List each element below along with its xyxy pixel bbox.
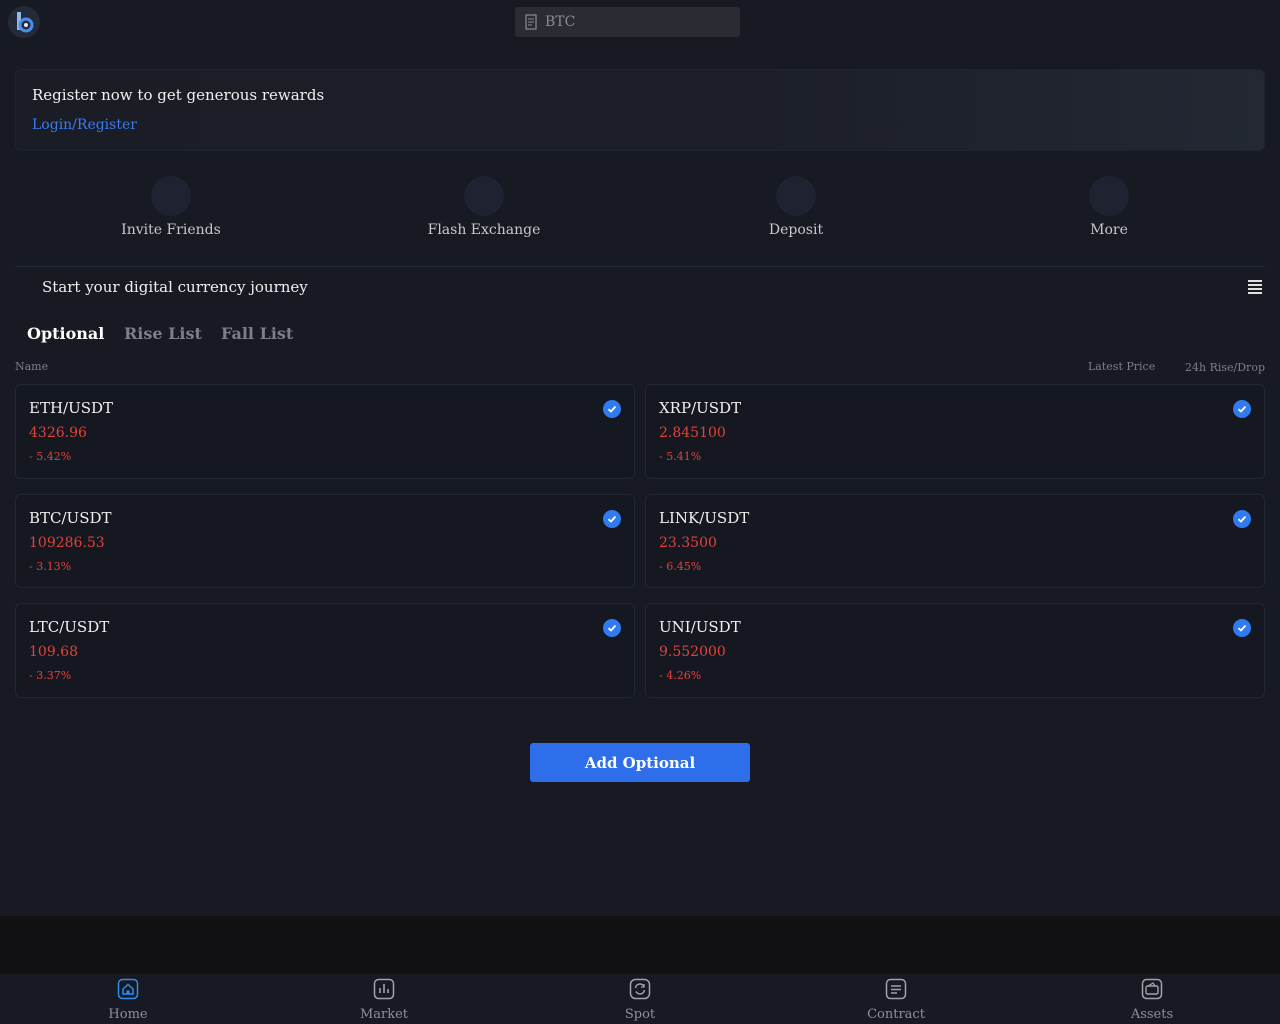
- tab-optional[interactable]: Optional: [27, 324, 104, 343]
- menu-icon[interactable]: [1248, 280, 1262, 294]
- quick-action-label: Deposit: [768, 222, 824, 238]
- logo-icon: [17, 12, 34, 33]
- login-register-link[interactable]: Login/Register: [32, 117, 137, 133]
- section-divider: [15, 266, 1265, 267]
- banner-title: Register now to get generous rewards: [32, 86, 325, 104]
- nav-contract[interactable]: Contract: [836, 978, 956, 1022]
- quick-action-invite-friends[interactable]: Invite Friends: [71, 176, 271, 238]
- nav-spot[interactable]: Spot: [580, 978, 700, 1022]
- promo-banner: Register now to get generous rewards Log…: [15, 69, 1265, 151]
- tab-rise-list[interactable]: Rise List: [124, 324, 202, 343]
- market-price: 109286.53: [29, 535, 105, 551]
- nav-label: Market: [359, 1007, 409, 1022]
- market-pair: BTC/USDT: [29, 509, 112, 527]
- footer-band: [0, 916, 1280, 974]
- market-pair: LINK/USDT: [659, 509, 750, 527]
- quick-action-label: Invite Friends: [121, 222, 221, 238]
- checkmark-icon[interactable]: [1233, 619, 1251, 637]
- market-price: 109.68: [29, 644, 78, 660]
- market-pair: ETH/USDT: [29, 399, 114, 417]
- checkmark-icon[interactable]: [1233, 400, 1251, 418]
- nav-label: Assets: [1130, 1007, 1174, 1022]
- flash-exchange-icon: [464, 176, 504, 216]
- nav-label: Contract: [867, 1007, 925, 1022]
- wallet-icon: [1141, 978, 1163, 1000]
- app-logo[interactable]: [8, 6, 40, 38]
- deposit-icon: [776, 176, 816, 216]
- market-price: 2.845100: [659, 425, 726, 441]
- column-header-name: Name: [15, 360, 49, 373]
- market-change: - 3.37%: [29, 669, 72, 682]
- add-optional-button[interactable]: Add Optional: [530, 743, 750, 782]
- market-pair: XRP/USDT: [659, 399, 742, 417]
- market-card[interactable]: ETH/USDT 4326.96 - 5.42%: [15, 384, 635, 479]
- checkmark-icon[interactable]: [1233, 510, 1251, 528]
- market-pair: LTC/USDT: [29, 618, 110, 636]
- market-change: - 5.41%: [659, 450, 702, 463]
- market-change: - 6.45%: [659, 560, 702, 573]
- market-price: 9.552000: [659, 644, 726, 660]
- market-price: 23.3500: [659, 535, 717, 551]
- search-bar[interactable]: [515, 7, 740, 37]
- market-card[interactable]: XRP/USDT 2.845100 - 5.41%: [645, 384, 1265, 479]
- quick-action-more[interactable]: More: [1009, 176, 1209, 238]
- nav-market[interactable]: Market: [324, 978, 444, 1022]
- market-change: - 5.42%: [29, 450, 72, 463]
- market-card[interactable]: BTC/USDT 109286.53 - 3.13%: [15, 494, 635, 588]
- journey-heading: Start your digital currency journey: [42, 278, 308, 296]
- home-icon: [117, 978, 139, 1000]
- bottom-nav: Home Market Spot Contract Assets: [0, 974, 1280, 1024]
- market-change: - 3.13%: [29, 560, 72, 573]
- checkmark-icon[interactable]: [603, 510, 621, 528]
- document-icon: [885, 978, 907, 1000]
- search-icon: [525, 14, 537, 30]
- nav-label: Home: [108, 1007, 148, 1022]
- checkmark-icon[interactable]: [603, 619, 621, 637]
- exchange-icon: [629, 978, 651, 1000]
- invite-friends-icon: [151, 176, 191, 216]
- quick-action-label: Flash Exchange: [427, 222, 541, 238]
- tab-fall-list[interactable]: Fall List: [221, 324, 293, 343]
- market-card[interactable]: LINK/USDT 23.3500 - 6.45%: [645, 494, 1265, 588]
- quick-action-label: More: [1090, 222, 1128, 238]
- quick-action-flash-exchange[interactable]: Flash Exchange: [384, 176, 584, 238]
- quick-action-deposit[interactable]: Deposit: [696, 176, 896, 238]
- market-pair: UNI/USDT: [659, 618, 741, 636]
- more-icon: [1089, 176, 1129, 216]
- search-input[interactable]: [545, 14, 715, 30]
- chart-icon: [373, 978, 395, 1000]
- nav-assets[interactable]: Assets: [1092, 978, 1212, 1022]
- nav-home[interactable]: Home: [68, 978, 188, 1022]
- checkmark-icon[interactable]: [603, 400, 621, 418]
- nav-label: Spot: [624, 1007, 656, 1022]
- market-card[interactable]: LTC/USDT 109.68 - 3.37%: [15, 603, 635, 698]
- market-card[interactable]: UNI/USDT 9.552000 - 4.26%: [645, 603, 1265, 698]
- market-change: - 4.26%: [659, 669, 702, 682]
- market-price: 4326.96: [29, 425, 87, 441]
- column-header-latest-price: Latest Price: [1088, 360, 1156, 373]
- column-header-change: 24h Rise/Drop: [1185, 361, 1265, 374]
